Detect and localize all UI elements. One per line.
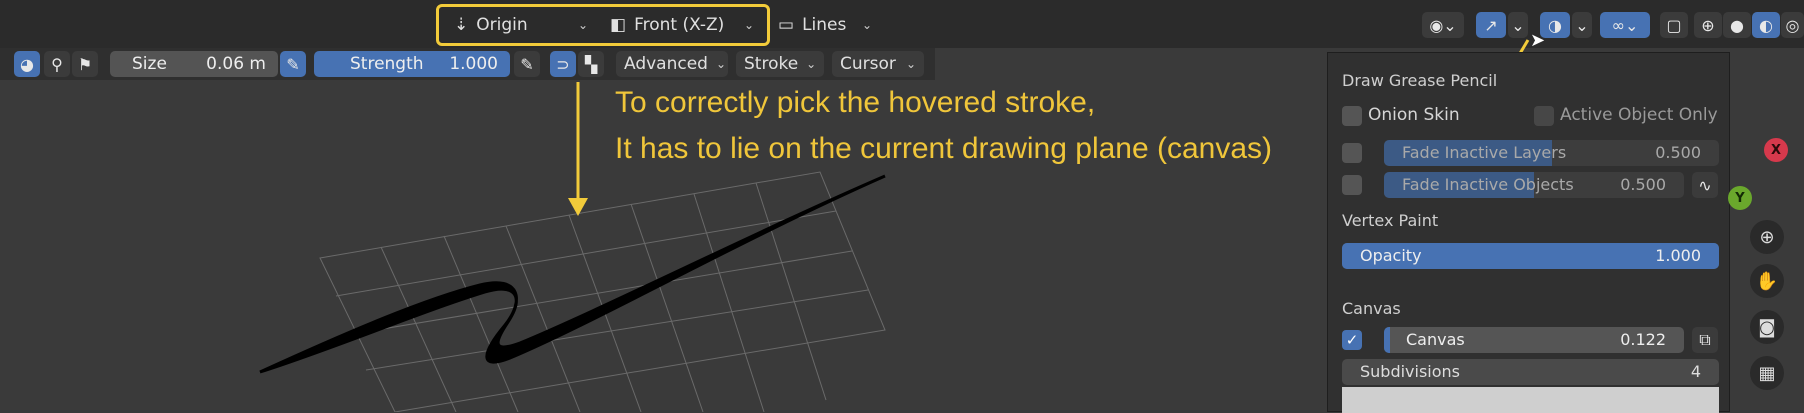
strength-field[interactable]: Strength 1.000 [314, 51, 510, 77]
chevron-down-icon: ⌄ [905, 57, 916, 71]
view-icon: ◧ [610, 15, 627, 35]
pin-icon[interactable]: ⚑ [72, 51, 98, 77]
view-dropdown[interactable]: ◧ Front (X-Z) ⌄ [602, 12, 762, 38]
chevron-down-icon: ⌄ [715, 57, 727, 71]
strength-pressure-icon[interactable]: ✎ [514, 51, 540, 77]
annotation-line-2: It has to lie on the current drawing pla… [615, 132, 1273, 165]
stroke-dropdown[interactable]: Stroke ⌄ [736, 51, 824, 77]
vertex-paint-heading: Vertex Paint [1342, 211, 1439, 230]
xray-icon[interactable]: ▢ [1660, 12, 1688, 38]
lines-dropdown[interactable]: ▭ Lines ⌄ [770, 12, 880, 38]
canvas-heading: Canvas [1342, 299, 1401, 318]
material-slot-icon[interactable]: ▚ [578, 51, 604, 77]
fade-layers-checkbox[interactable] [1342, 143, 1362, 163]
wireframe-icon[interactable]: ⊕ [1694, 12, 1722, 38]
chevron-down-icon: ⌄ [861, 18, 872, 32]
overlay-popover: Draw Grease Pencil Onion Skin Active Obj… [1327, 52, 1730, 413]
chevron-down-icon[interactable]: ⌄ [1572, 12, 1592, 38]
advanced-dropdown[interactable]: Advanced ⌄ [616, 51, 728, 77]
slider-fill [1384, 327, 1390, 353]
brush-icon[interactable]: ◕ [14, 51, 40, 77]
active-object-only-label: Active Object Only [1560, 105, 1718, 125]
solid-icon[interactable]: ● [1723, 12, 1751, 38]
chevron-down-icon: ⌄ [577, 18, 588, 32]
onion-skin-label: Onion Skin [1368, 105, 1460, 125]
pivot-dropdown[interactable]: ⇣ Origin ⌄ [446, 12, 596, 38]
color-swatch[interactable] [1342, 387, 1719, 413]
fade-objects-slider[interactable]: Fade Inactive Objects 0.500 [1384, 172, 1684, 198]
chevron-down-icon: ⌄ [806, 57, 817, 71]
zoom-icon[interactable]: ⊕ [1750, 220, 1784, 254]
canvas-grid [319, 171, 886, 412]
active-object-only-checkbox[interactable] [1534, 106, 1554, 126]
tool-settings-bar: ◕ ⚲ ⚑ Size 0.06 m ✎ Strength 1.000 ✎ ⊃ ▚… [0, 48, 935, 80]
gizmo-y[interactable]: Y [1728, 186, 1752, 210]
fade-objects-checkbox[interactable] [1342, 175, 1362, 195]
canvas-slider[interactable]: Canvas 0.122 [1384, 327, 1684, 353]
rendered-icon[interactable]: ◎ [1781, 12, 1804, 38]
canvas-xray-icon[interactable]: ⧉ [1692, 327, 1718, 353]
fade-layers-slider[interactable]: Fade Inactive Layers 0.500 [1384, 140, 1719, 166]
canvas-checkbox[interactable]: ✓ [1342, 330, 1362, 350]
grease-pencil-stroke [259, 174, 886, 374]
annotation-arrow [568, 82, 588, 216]
eye-icon[interactable]: ◉⌄ [1422, 12, 1464, 38]
material-icon[interactable]: ◐ [1752, 12, 1780, 38]
chevron-down-icon: ⌄ [743, 18, 754, 32]
fade-objects-icon[interactable]: ∿ [1692, 172, 1718, 198]
pivot-icon: ⇣ [454, 15, 469, 35]
magnet-icon[interactable]: ⊃ [550, 51, 576, 77]
lines-icon: ▭ [778, 15, 795, 35]
chevron-down-icon[interactable]: ⌄ [1508, 12, 1528, 38]
stamp-icon[interactable]: ⚲ [44, 51, 70, 77]
onion-skin-checkbox[interactable] [1342, 106, 1362, 126]
panel-title: Draw Grease Pencil [1342, 71, 1498, 90]
grease-overlay-icon[interactable]: ∞⌄ [1600, 12, 1650, 38]
size-pressure-icon[interactable]: ✎ [280, 51, 306, 77]
size-field[interactable]: Size 0.06 m [110, 51, 278, 77]
opacity-slider[interactable]: Opacity 1.000 [1342, 243, 1719, 269]
gizmo-icon[interactable]: ↗ [1476, 12, 1506, 38]
camera-icon[interactable]: ◙ [1750, 310, 1784, 344]
cursor-dropdown[interactable]: Cursor ⌄ [832, 51, 924, 77]
grid-icon[interactable]: ▦ [1750, 356, 1784, 390]
annotation-line-1: To correctly pick the hovered stroke, [615, 86, 1096, 119]
subdivisions-field[interactable]: Subdivisions 4 [1342, 359, 1719, 385]
hand-icon[interactable]: ✋ [1750, 264, 1784, 298]
gizmo-x[interactable]: X [1764, 138, 1788, 162]
mouse-cursor: ➤ [1530, 30, 1546, 51]
